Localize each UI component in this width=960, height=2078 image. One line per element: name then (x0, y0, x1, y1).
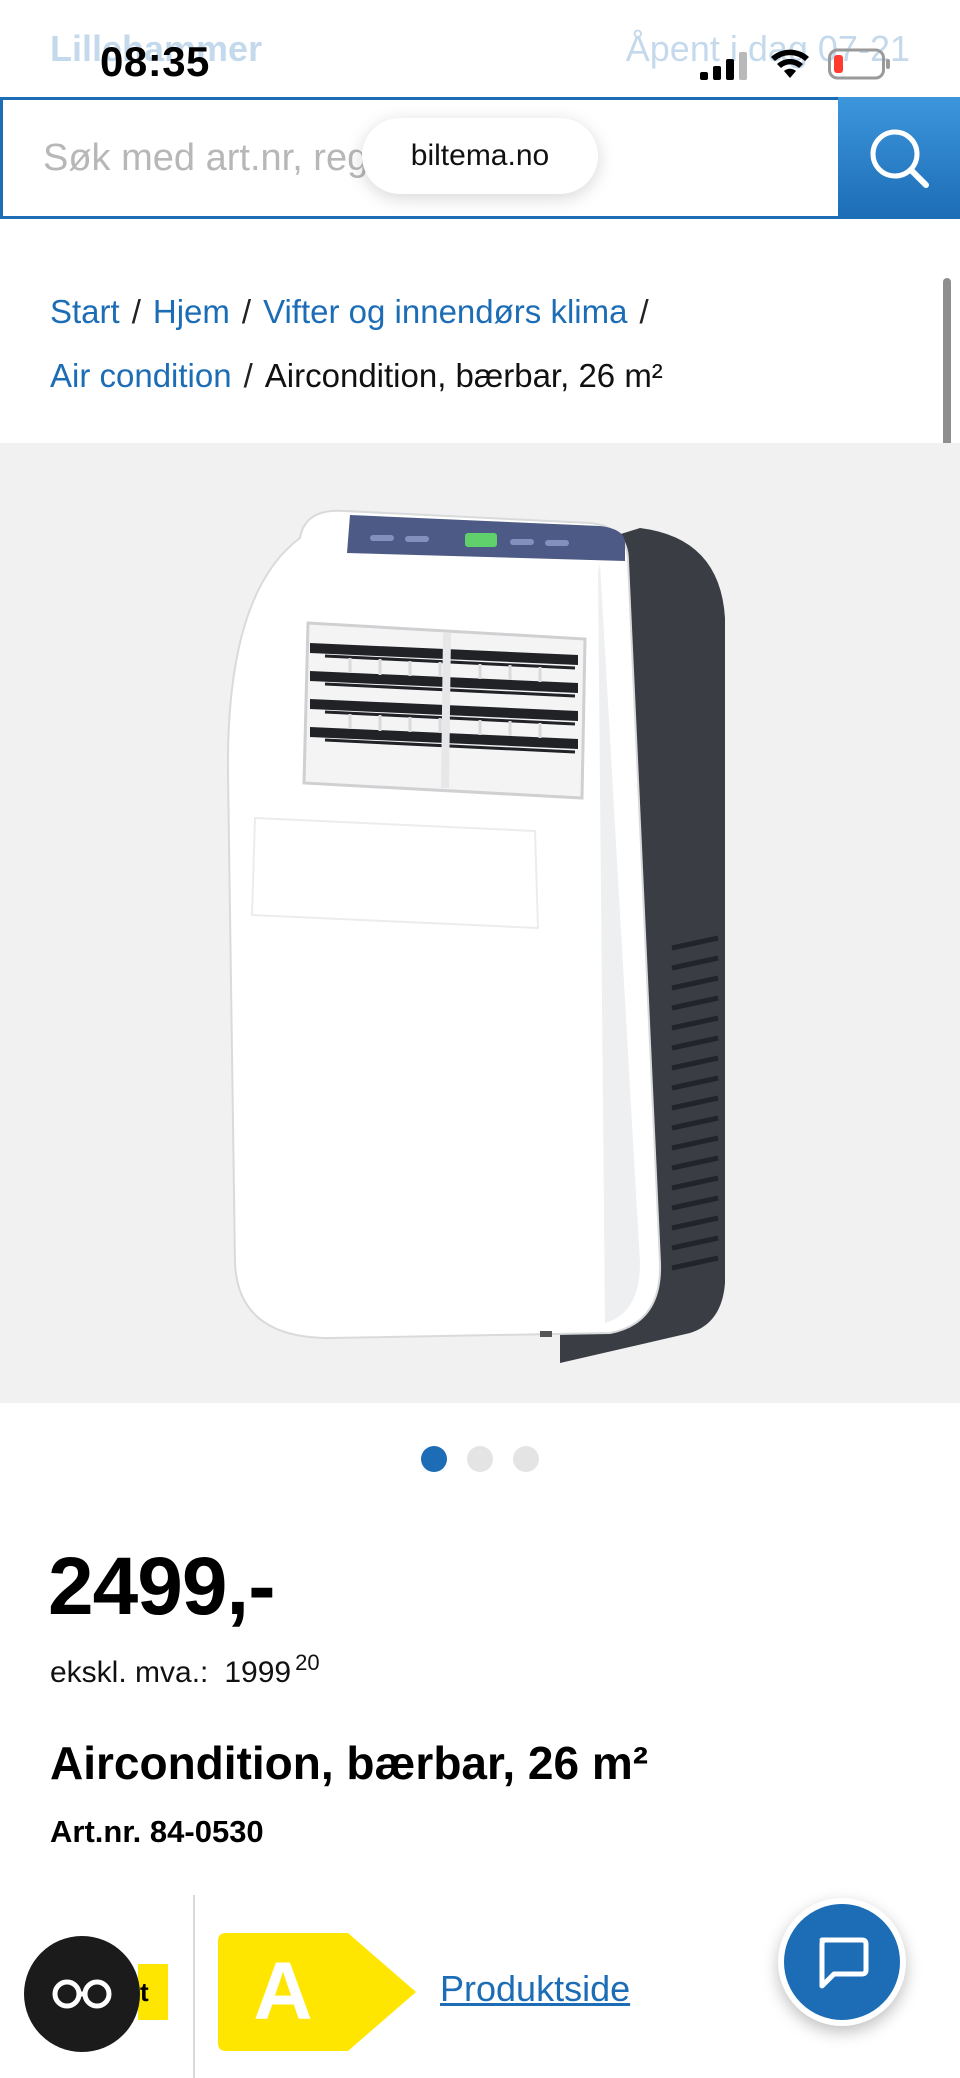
chat-icon (819, 1937, 869, 1989)
signal-icon (700, 52, 747, 80)
breadcrumb-current: Aircondition, bærbar, 26 m² (264, 357, 663, 394)
product-page: Lillehammer Åpent i dag 07-21 08:35 Søk … (0, 0, 960, 2078)
air-conditioner-illustration (226, 509, 725, 1363)
energy-class: A (253, 1946, 313, 2037)
vat-price-decimals: 20 (295, 1650, 320, 1675)
product-image[interactable] (0, 443, 960, 1403)
article-number: Art.nr. 84-0530 (50, 1814, 264, 1849)
chat-button[interactable] (778, 1898, 906, 2026)
product-title: Aircondition, bærbar, 26 m² (50, 1737, 649, 1789)
vat-price: ekskl. mva.: 1999 20 (50, 1650, 320, 1690)
gallery-dots (0, 1446, 960, 1472)
product-sheet-link[interactable]: Produktside (440, 1968, 630, 2010)
breadcrumb-separator: / (241, 293, 252, 330)
breadcrumb: Start / Hjem / Vifter og innendørs klima / Air… (50, 280, 930, 408)
glasses-icon (52, 1979, 112, 2009)
vat-price-main: 1999 (224, 1656, 292, 1689)
gallery-dot-1[interactable] (421, 1446, 447, 1472)
search-icon (870, 129, 929, 188)
breadcrumb-air-condition[interactable]: Air condition (50, 357, 232, 394)
breadcrumb-separator: / (131, 293, 141, 330)
battery-low-icon (828, 48, 890, 80)
wifi-icon (771, 49, 809, 78)
partial-label[interactable]: t (138, 1964, 168, 2020)
breadcrumb-separator: / (639, 293, 649, 330)
breadcrumb-start[interactable]: Start (50, 293, 120, 330)
divider (193, 1895, 195, 2078)
reader-mode-button[interactable] (24, 1936, 140, 2052)
url-pill[interactable]: biltema.no (362, 118, 598, 194)
clock: 08:35 (100, 38, 210, 85)
breadcrumb-home[interactable]: Hjem (153, 293, 230, 330)
breadcrumb-separator: / (243, 357, 253, 394)
breadcrumb-fans-climate[interactable]: Vifter og innendørs klima (263, 293, 627, 330)
search-button[interactable] (838, 97, 960, 219)
gallery-dot-3[interactable] (513, 1446, 539, 1472)
vat-label: ekskl. mva.: (50, 1656, 209, 1689)
gallery-dot-2[interactable] (467, 1446, 493, 1472)
product-price: 2499,- (48, 1541, 276, 1632)
status-bar: Lillehammer Åpent i dag 07-21 08:35 (0, 0, 960, 100)
